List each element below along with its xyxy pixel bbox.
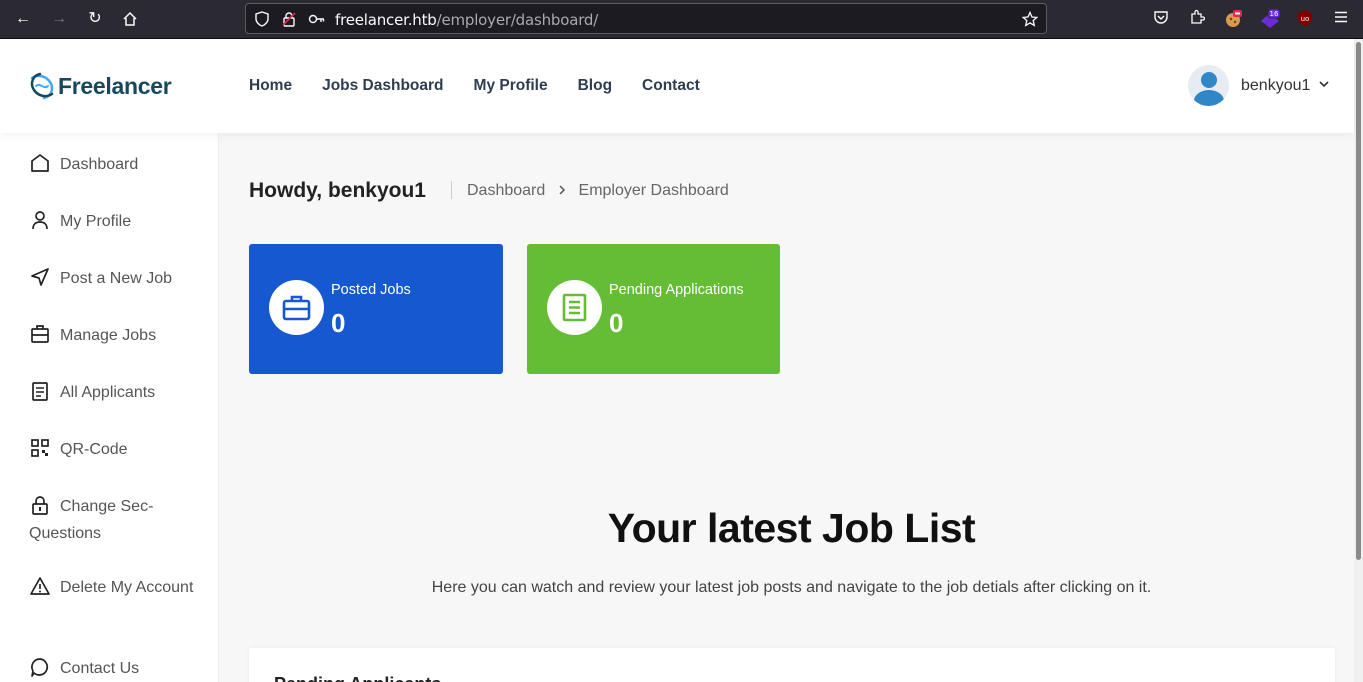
nav-home[interactable]: Home (249, 77, 292, 95)
sidebar-item-label: Post a New Job (60, 270, 173, 287)
document-icon (547, 280, 602, 335)
sidebar-item-change-sec-questions[interactable]: Change Sec-Questions (29, 493, 209, 547)
svg-text:uo: uo (1301, 15, 1310, 23)
sidebar-item-dashboard[interactable]: Dashboard (29, 151, 209, 178)
qr-code-icon (29, 437, 51, 459)
sidebar-item-label: Contact Us (60, 660, 140, 677)
chevron-right-icon (553, 183, 570, 198)
sidebar: Dashboard My Profile Post a New Job Mana… (0, 133, 219, 682)
nav-my-profile[interactable]: My Profile (474, 77, 548, 95)
warning-icon (29, 575, 51, 597)
sidebar-item-label: All Applicants (60, 384, 156, 401)
section-title: Your latest Job List (607, 505, 976, 551)
logo-text: Freelancer (58, 72, 172, 99)
sidebar-item-label: Manage Jobs (60, 327, 157, 344)
sidebar-item-qr-code[interactable]: QR-Code (29, 436, 209, 463)
stat-value: 0 (609, 308, 624, 338)
nav-contact[interactable]: Contact (642, 77, 700, 95)
sidebar-item-all-applicants[interactable]: All Applicants (29, 379, 209, 406)
chevron-down-icon[interactable] (1318, 78, 1330, 93)
shield-icon[interactable] (254, 11, 270, 27)
url-bar[interactable]: freelancer.htb/employer/dashboard/ (245, 3, 1047, 34)
ublock-icon[interactable]: uo (1295, 9, 1315, 29)
sidebar-item-manage-jobs[interactable]: Manage Jobs (29, 322, 209, 349)
lock-icon (29, 494, 51, 516)
sidebar-item-delete-account[interactable]: Delete My Account (29, 574, 209, 601)
send-icon (29, 266, 51, 288)
logo-mark-icon (28, 72, 56, 100)
scrollbar-thumb[interactable] (1356, 42, 1361, 560)
user-menu[interactable]: benkyou1 (1188, 65, 1330, 106)
sidebar-item-label: Dashboard (60, 156, 139, 173)
breadcrumb-divider (451, 181, 452, 199)
page-title: Howdy, benkyou1 (249, 179, 426, 202)
username-label[interactable]: benkyou1 (1241, 77, 1310, 95)
nav-blog[interactable]: Blog (578, 77, 612, 95)
site-logo[interactable]: Freelancer (28, 72, 172, 100)
briefcase-icon (269, 280, 324, 335)
stat-label: Posted Jobs (331, 282, 411, 298)
sidebar-item-label: Delete My Account (60, 579, 194, 596)
bookmark-star-icon[interactable] (1021, 10, 1039, 27)
insecure-lock-icon[interactable] (281, 11, 297, 27)
pending-applicants-card: Pending Applicants (249, 648, 1335, 682)
forward-icon[interactable]: → (47, 8, 71, 30)
breadcrumb-current: Employer Dashboard (578, 182, 729, 199)
avatar[interactable] (1188, 65, 1229, 106)
sidebar-item-post-job[interactable]: Post a New Job (29, 265, 209, 292)
main-content: Howdy, benkyou1 Dashboard Employer Dashb… (219, 133, 1354, 682)
stat-label: Pending Applications (609, 282, 744, 298)
briefcase-icon (29, 323, 51, 345)
badge-extension-icon[interactable]: 16 (1259, 8, 1281, 29)
svg-text:16: 16 (1270, 10, 1279, 18)
main-nav: Home Jobs Dashboard My Profile Blog Cont… (249, 77, 700, 95)
breadcrumb-dashboard[interactable]: Dashboard (467, 182, 545, 199)
card-title: Pending Applicants (274, 674, 441, 682)
url-text[interactable]: freelancer.htb/employer/dashboard/ (335, 11, 598, 29)
key-icon[interactable] (308, 11, 325, 27)
stat-card-pending-applications: Pending Applications 0 (527, 244, 780, 374)
section-subtitle: Here you can watch and review your lates… (431, 579, 1152, 596)
back-icon[interactable]: ← (11, 8, 35, 30)
chat-icon (29, 656, 51, 678)
sidebar-item-label: My Profile (60, 213, 132, 230)
document-icon (29, 380, 51, 402)
home-icon (29, 152, 51, 174)
reload-icon[interactable]: ↻ (83, 8, 107, 30)
pocket-icon[interactable] (1151, 9, 1171, 29)
user-icon (29, 209, 51, 231)
home-icon[interactable] (118, 8, 142, 30)
site-header: Freelancer Home Jobs Dashboard My Profil… (0, 39, 1354, 133)
nav-jobs-dashboard[interactable]: Jobs Dashboard (322, 77, 443, 95)
stat-value: 0 (331, 308, 346, 338)
extensions-puzzle-icon[interactable] (1187, 9, 1207, 29)
sidebar-item-label: QR-Code (60, 441, 128, 458)
breadcrumb: Dashboard Employer Dashboard (467, 182, 729, 200)
browser-toolbar: ← → ↻ freelancer.htb/employer/dashboard/… (0, 0, 1363, 39)
menu-hamburger-icon[interactable] (1331, 9, 1351, 29)
sidebar-item-my-profile[interactable]: My Profile (29, 208, 209, 235)
sidebar-item-contact-us[interactable]: Contact Us (29, 655, 209, 682)
stat-card-posted-jobs: Posted Jobs 0 (249, 244, 503, 374)
cookie-extension-icon[interactable] (1223, 9, 1243, 29)
